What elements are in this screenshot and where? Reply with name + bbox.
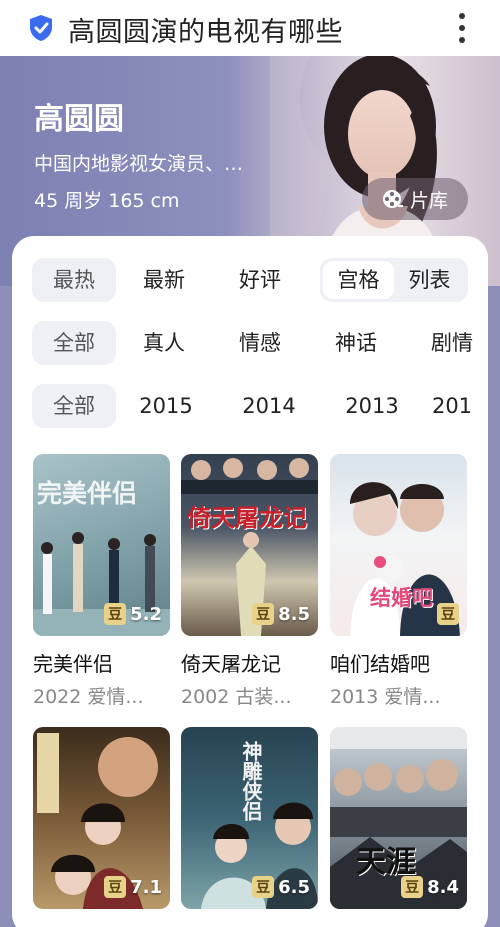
year-2015[interactable]: 2015 <box>116 384 216 428</box>
show-title[interactable]: 完美伴侣 <box>33 648 170 677</box>
film-reel-icon <box>382 190 403 208</box>
page-title: 高圆圆演的电视有哪些 <box>68 17 343 48</box>
douban-score: 豆 5.2 <box>104 602 162 626</box>
douban-icon: 豆 <box>401 876 424 898</box>
actor-description[interactable]: 中国内地影视女演员、… <box>34 149 243 176</box>
score-value: 8.5 <box>278 603 310 625</box>
sort-newest[interactable]: 最新 <box>116 258 212 302</box>
show-poster[interactable]: 豆 7.1 <box>33 727 170 909</box>
film-library-button[interactable]: 片库 <box>362 178 468 220</box>
douban-icon: 豆 <box>252 603 275 625</box>
show-poster[interactable]: 神雕侠侣 豆 6.5 <box>181 727 318 909</box>
douban-score: 豆 7.1 <box>104 875 162 899</box>
year-2013[interactable]: 2013 <box>322 384 422 428</box>
poster-title-text: 倚天屠龙记 <box>187 503 307 532</box>
poster-title-text: 神雕侠侣 <box>239 741 263 821</box>
view-toggle: 宫格 列表 <box>320 258 468 302</box>
genre-all[interactable]: 全部 <box>32 321 116 365</box>
genre-romance[interactable]: 情感 <box>212 321 308 365</box>
show-poster[interactable]: 天涯 豆 8.4 <box>330 727 467 909</box>
show-subtitle: 2002 古装... <box>181 686 292 708</box>
show-card[interactable]: 神雕侠侣 豆 6.5 <box>181 727 318 909</box>
poster-title-text: 完美伴侣 <box>37 479 138 508</box>
genre-drama[interactable]: 剧情 <box>404 321 488 365</box>
genre-myth[interactable]: 神话 <box>308 321 404 365</box>
show-card[interactable]: 天涯 豆 8.4 <box>330 727 467 909</box>
score-value: 7.1 <box>130 876 162 898</box>
actor-meta: 45 周岁 165 cm <box>34 190 180 212</box>
sort-hottest[interactable]: 最热 <box>32 258 116 302</box>
show-title[interactable]: 倚天屠龙记 <box>181 648 318 677</box>
show-card[interactable]: 完美伴侣 豆 5.2 完美伴侣 2022 爱情... <box>33 454 170 709</box>
show-subtitle: 2013 爱情... <box>330 686 441 708</box>
shows-panel: 最热 最新 好评 宫格 列表 全部 真人 情感 神话 剧情 全部 2015 20… <box>12 236 488 927</box>
douban-icon: 豆 <box>252 876 275 898</box>
score-value: 5.2 <box>130 603 162 625</box>
show-poster[interactable]: 完美伴侣 豆 5.2 <box>33 454 170 636</box>
more-options-icon[interactable] <box>452 10 472 46</box>
sort-top-rated[interactable]: 好评 <box>212 258 308 302</box>
shield-check-icon <box>30 15 52 41</box>
year-all[interactable]: 全部 <box>32 384 116 428</box>
douban-score: 豆 8.5 <box>252 602 310 626</box>
douban-score: 豆 6.5 <box>252 875 310 899</box>
show-title[interactable]: 咱们结婚吧 <box>330 648 467 677</box>
view-list[interactable]: 列表 <box>394 261 465 299</box>
year-filters: 全部 2015 2014 2013 201 <box>32 384 482 428</box>
show-card[interactable]: 豆 7.1 <box>33 727 170 909</box>
top-bar: 高圆圆演的电视有哪些 <box>0 0 500 56</box>
poster-title-text: 结婚吧 <box>370 585 433 610</box>
genre-live-action[interactable]: 真人 <box>116 321 212 365</box>
show-poster[interactable]: 倚天屠龙记 豆 8.5 <box>181 454 318 636</box>
douban-score: 豆 8.4 <box>401 875 459 899</box>
year-2014[interactable]: 2014 <box>216 384 322 428</box>
year-2012[interactable]: 201 <box>422 384 482 428</box>
douban-icon: 豆 <box>104 603 127 625</box>
film-library-label: 片库 <box>409 189 448 212</box>
douban-score: 豆 <box>437 602 459 626</box>
genre-filters: 全部 真人 情感 神话 剧情 <box>32 321 488 365</box>
show-card[interactable]: 倚天屠龙记 豆 8.5 倚天屠龙记 2002 古装... <box>181 454 318 709</box>
show-subtitle: 2022 爱情... <box>33 686 144 708</box>
douban-icon: 豆 <box>437 603 459 625</box>
show-poster[interactable]: 结婚吧 豆 <box>330 454 467 636</box>
view-grid[interactable]: 宫格 <box>323 261 394 299</box>
actor-name: 高圆圆 <box>34 102 124 137</box>
sort-tabs: 最热 最新 好评 <box>32 258 308 302</box>
score-value: 6.5 <box>278 876 310 898</box>
show-card[interactable]: 结婚吧 豆 咱们结婚吧 2013 爱情... <box>330 454 467 709</box>
douban-icon: 豆 <box>104 876 127 898</box>
score-value: 8.4 <box>427 876 459 898</box>
